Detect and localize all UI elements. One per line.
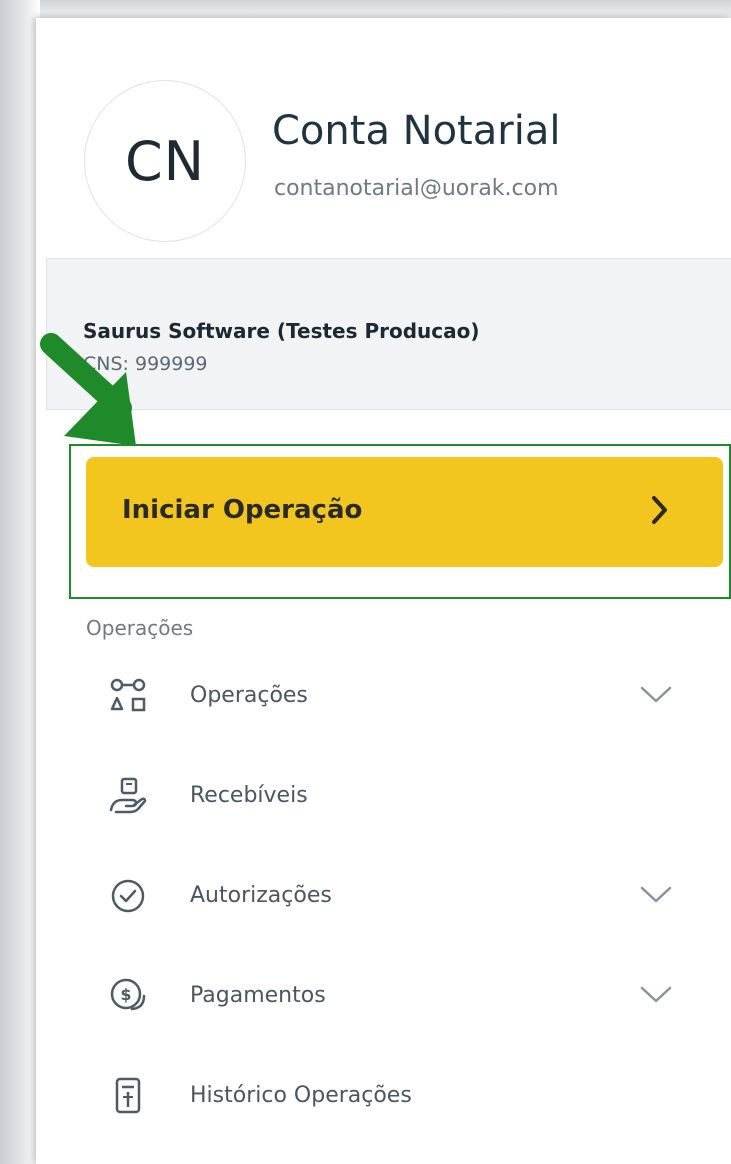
- start-operation-label: Iniciar Operação: [122, 495, 363, 525]
- menu-item-pagamentos[interactable]: $ Pagamentos: [108, 966, 708, 1026]
- hand-money-icon: [109, 777, 147, 814]
- menu-item-recebiveis[interactable]: Recebíveis: [108, 766, 708, 826]
- chevron-down-icon[interactable]: [638, 684, 674, 706]
- avatar[interactable]: CN: [84, 80, 246, 242]
- screen-shadow-left: [0, 0, 40, 1164]
- annotation-arrow-icon: [40, 333, 136, 446]
- menu-item-label: Operações: [190, 683, 308, 708]
- chevron-right-icon: [652, 496, 667, 524]
- menu-item-label: Histórico Operações: [190, 1083, 412, 1108]
- svg-text:$: $: [120, 985, 131, 1004]
- start-operation-button[interactable]: Iniciar Operação: [86, 457, 723, 567]
- chevron-down-icon[interactable]: [638, 984, 674, 1006]
- menu-item-autorizacoes[interactable]: Autorizações: [108, 866, 708, 926]
- chevron-down-icon[interactable]: [638, 884, 674, 906]
- menu-item-label: Pagamentos: [190, 983, 326, 1008]
- profile-email: contanotarial@uorak.com: [274, 176, 559, 201]
- menu-item-historico-operacoes[interactable]: Histórico Operações: [108, 1066, 708, 1126]
- avatar-initials: CN: [124, 129, 206, 193]
- profile-name: Conta Notarial: [272, 108, 561, 154]
- menu-item-label: Autorizações: [190, 883, 332, 908]
- section-title-operations: Operações: [86, 616, 194, 640]
- document-list-icon: [115, 1077, 141, 1114]
- operations-icon: [110, 678, 146, 712]
- menu-item-operacoes[interactable]: Operações: [108, 666, 708, 726]
- check-circle-icon: [111, 879, 145, 913]
- side-drawer: CN Conta Notarial contanotarial@uorak.co…: [36, 18, 731, 1164]
- coin-icon: $: [110, 978, 146, 1011]
- menu-item-label: Recebíveis: [190, 783, 308, 808]
